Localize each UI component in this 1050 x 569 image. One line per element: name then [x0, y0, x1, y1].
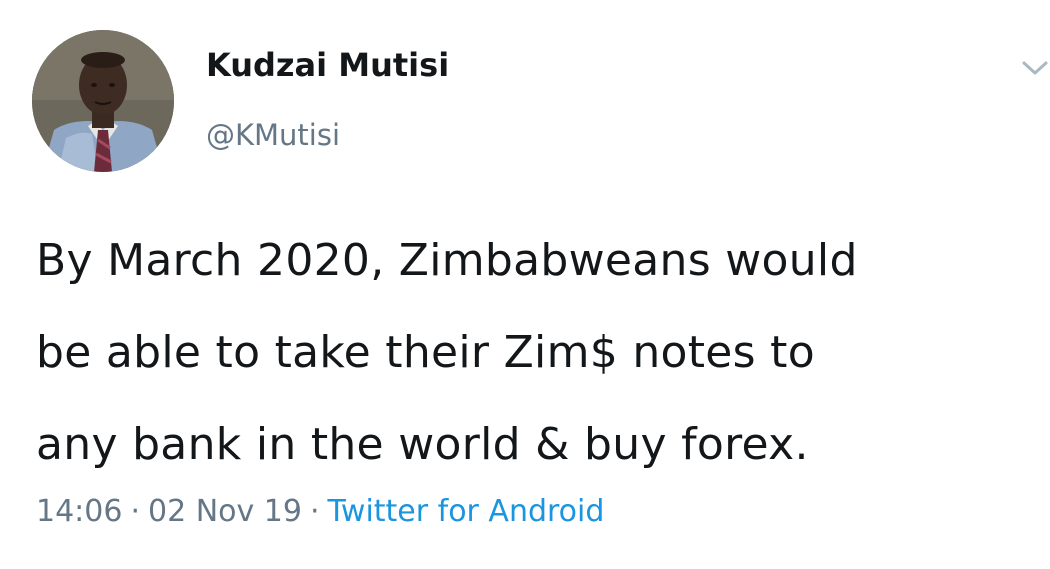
avatar-photo [32, 30, 174, 172]
tweet-time[interactable]: 14:06 [36, 494, 122, 529]
tweet-text: By March 2020, Zimbabweans would be able… [36, 215, 1036, 491]
meta-separator-2: · [310, 494, 320, 529]
chevron-down-icon[interactable] [1020, 56, 1050, 80]
tweet-card: Kudzai Mutisi @KMutisi By March 2020, Zi… [0, 0, 1050, 569]
meta-separator-1: · [130, 494, 141, 529]
tweet-source-link[interactable]: Twitter for Android [328, 494, 605, 529]
tweet-text-line-1: By March 2020, Zimbabweans would [36, 235, 858, 286]
tweet-date[interactable]: 02 Nov 19 [148, 494, 302, 529]
author-handle[interactable]: @KMutisi [206, 118, 340, 153]
tweet-text-line-3: any bank in the world & buy forex. [36, 419, 809, 470]
tweet-text-line-2: be able to take their Zim$ notes to [36, 327, 815, 378]
author-display-name[interactable]: Kudzai Mutisi [206, 46, 449, 84]
tweet-meta: 14:06 · 02 Nov 19 · Twitter for Android [36, 490, 604, 534]
avatar[interactable] [32, 30, 174, 172]
